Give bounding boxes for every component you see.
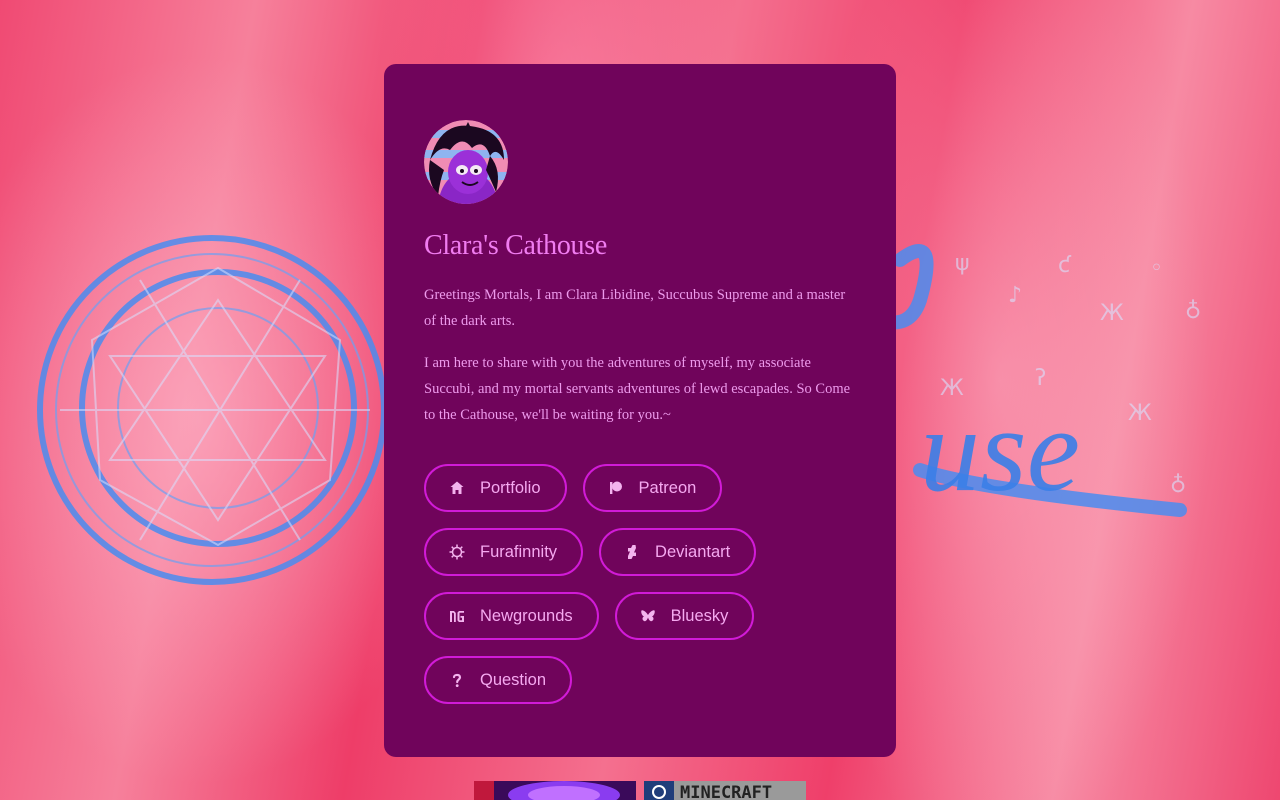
avatar-image [424, 120, 508, 204]
svg-text:use: use [920, 383, 1080, 516]
page-title: Clara's Cathouse [424, 230, 607, 261]
furafinnity-label: Furafinnity [480, 542, 558, 561]
bio-paragraph: Greetings Mortals, I am Clara Libidine, … [424, 287, 846, 329]
badge-row: MINECRAFT [474, 781, 806, 800]
svg-text:♁: ♁ [1185, 299, 1201, 324]
svg-text:ƈ: ƈ [1058, 253, 1072, 278]
svg-text:Ж: Ж [1128, 401, 1152, 426]
avatar [424, 120, 508, 204]
newgrounds-button[interactable]: Newgrounds [424, 592, 599, 640]
svg-text:ψ: ψ [955, 251, 970, 276]
newgrounds-icon [448, 607, 466, 625]
question-icon [448, 671, 466, 689]
svg-text:♪: ♪ [1008, 283, 1022, 308]
svg-text:Ж: Ж [940, 376, 964, 401]
bio-paragraph: I am here to share with you the adventur… [424, 355, 851, 423]
portfolio-label: Portfolio [480, 478, 541, 497]
deviantart-label: Deviantart [655, 542, 731, 561]
svg-text:♁: ♁ [1170, 473, 1186, 498]
deviantart-icon [623, 543, 641, 561]
bluesky-icon [639, 607, 657, 625]
bluesky-label: Bluesky [670, 606, 729, 625]
question-button[interactable]: Question [424, 656, 573, 704]
question-label: Question [480, 670, 547, 689]
minecraft-badge-text: MINECRAFT [680, 783, 772, 800]
furafinnity-button[interactable]: Furafinnity [424, 528, 584, 576]
deviantart-button[interactable]: Deviantart [599, 528, 757, 576]
home-icon [448, 479, 466, 497]
portfolio-button[interactable]: Portfolio [424, 464, 567, 512]
profile-card: Clara's Cathouse Greetings Mortals, I am… [384, 64, 896, 757]
patreon-label: Patreon [638, 478, 697, 497]
link-list: Portfolio Patreon Furafinnity Deviantart… [424, 464, 856, 704]
newgrounds-label: Newgrounds [480, 606, 573, 625]
patreon-button[interactable]: Patreon [582, 464, 723, 512]
patreon-icon [607, 479, 625, 497]
furaffinity-icon [448, 543, 466, 561]
cathouse-badge[interactable] [474, 781, 636, 800]
bluesky-button[interactable]: Bluesky [614, 592, 755, 640]
svg-text:◦: ◦ [1150, 256, 1163, 281]
minecraft-badge[interactable]: MINECRAFT [644, 781, 806, 800]
svg-text:Ж: Ж [1100, 301, 1124, 326]
svg-text:ʔ: ʔ [1035, 366, 1046, 391]
